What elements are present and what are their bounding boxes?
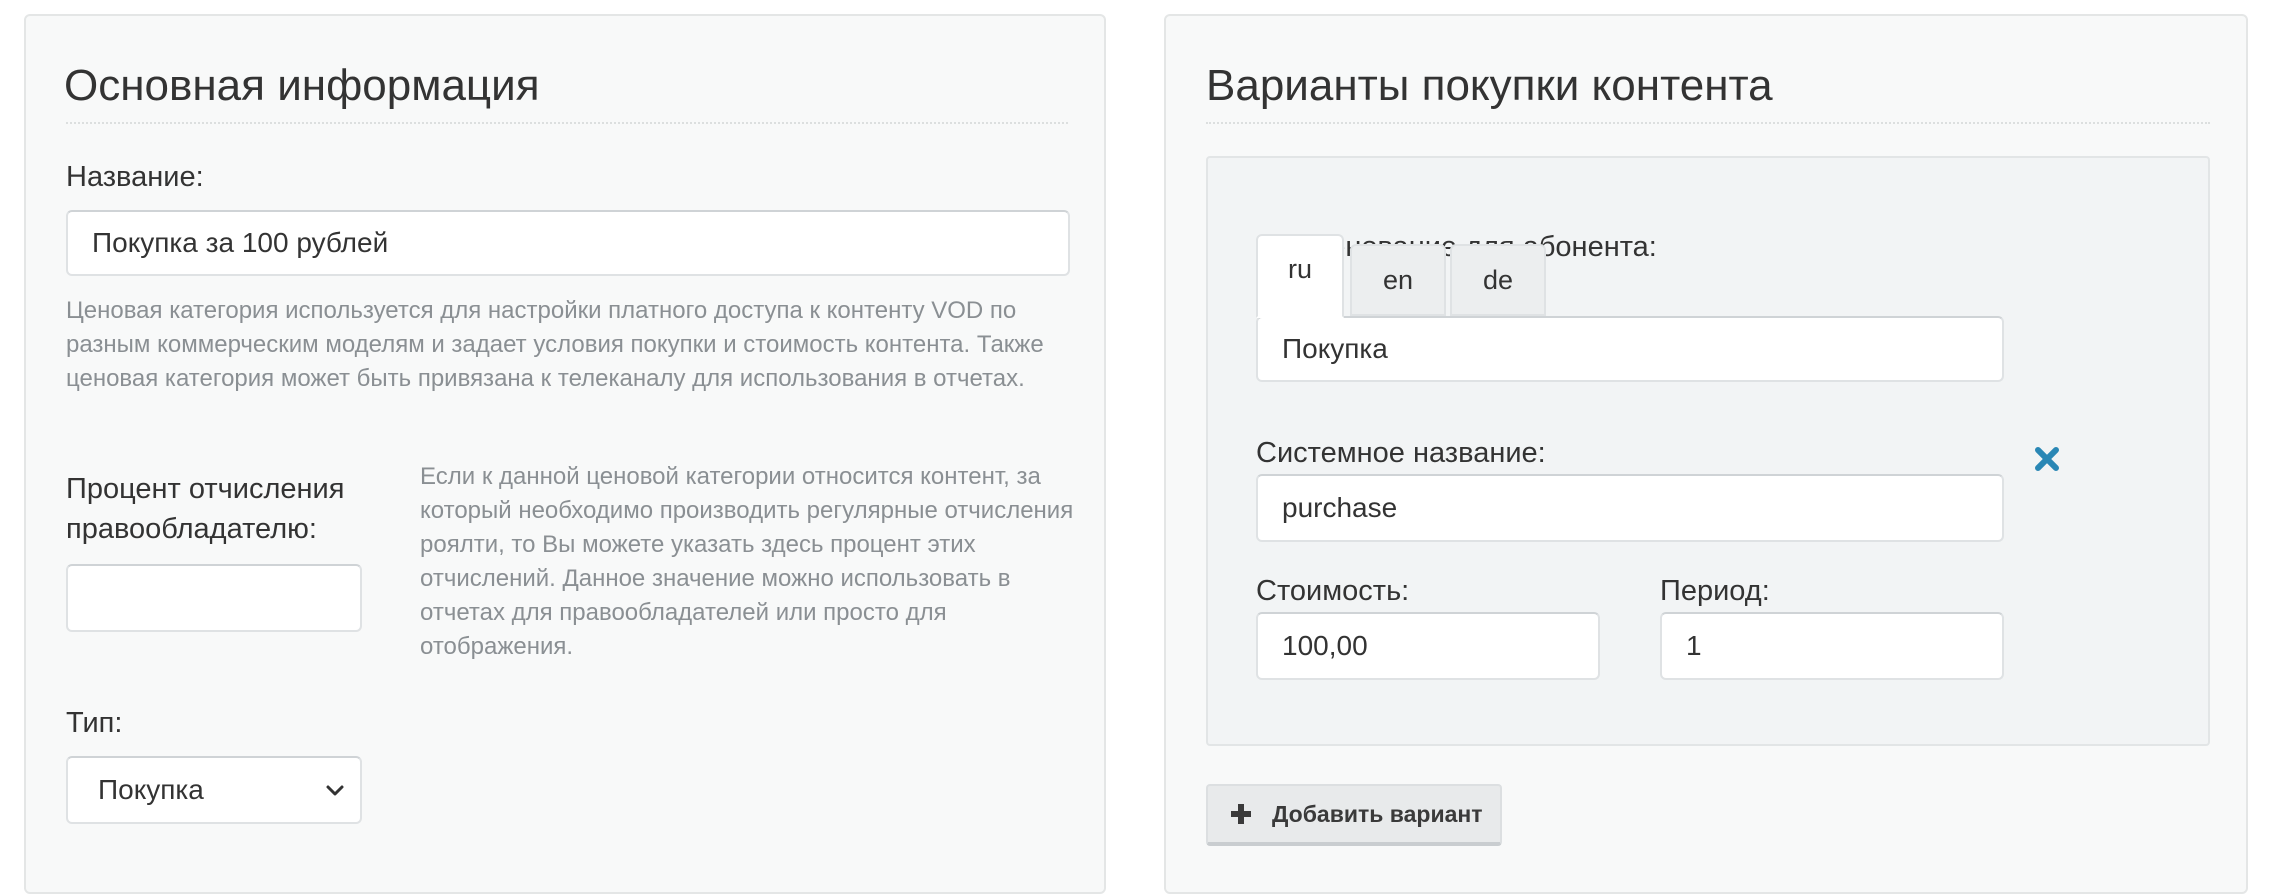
royalty-label-line1: Процент отчисления xyxy=(66,473,345,505)
title-divider xyxy=(66,122,1068,124)
royalty-help-text: Если к данной ценовой категории относитс… xyxy=(420,463,1074,660)
basic-info-title: Основная информация xyxy=(64,61,540,110)
type-select[interactable]: Покупка xyxy=(66,756,362,824)
system-name-label: Системное название: xyxy=(1256,437,1546,469)
royalty-percent-input[interactable] xyxy=(66,564,362,632)
add-variant-label: Добавить вариант xyxy=(1272,800,1483,827)
name-label: Название: xyxy=(66,161,204,193)
royalty-label-line2: правообладателю: xyxy=(66,513,317,545)
type-select-value: Покупка xyxy=(98,774,204,805)
add-variant-button[interactable]: Добавить вариант xyxy=(1206,784,1502,846)
purchase-options-panel: Варианты покупки контента Наименование д… xyxy=(1164,14,2248,894)
name-help-text: Ценовая категория используется для настр… xyxy=(66,297,1044,392)
name-input[interactable] xyxy=(66,210,1070,276)
basic-info-panel: Основная информация Название: Ценовая ка… xyxy=(24,14,1106,894)
purchase-options-title: Варианты покупки контента xyxy=(1206,61,1773,110)
tab-lang-ru[interactable]: ru xyxy=(1256,234,1344,318)
system-name-input[interactable] xyxy=(1256,474,2004,542)
tab-lang-de[interactable]: de xyxy=(1450,244,1546,316)
period-label: Период: xyxy=(1660,575,1770,607)
chevron-down-icon xyxy=(326,785,344,796)
cost-label: Стоимость: xyxy=(1256,575,1410,607)
type-label: Тип: xyxy=(66,707,123,739)
close-x-icon[interactable] xyxy=(2032,444,2062,474)
subscriber-name-input[interactable] xyxy=(1256,316,2004,382)
title-divider xyxy=(1206,122,2210,124)
period-input[interactable] xyxy=(1660,612,2004,680)
plus-icon xyxy=(1231,804,1251,824)
purchase-variant-card: Наименование для абонента: ru en de Сист… xyxy=(1206,156,2210,746)
cost-input[interactable] xyxy=(1256,612,1600,680)
tab-lang-en[interactable]: en xyxy=(1350,244,1446,316)
